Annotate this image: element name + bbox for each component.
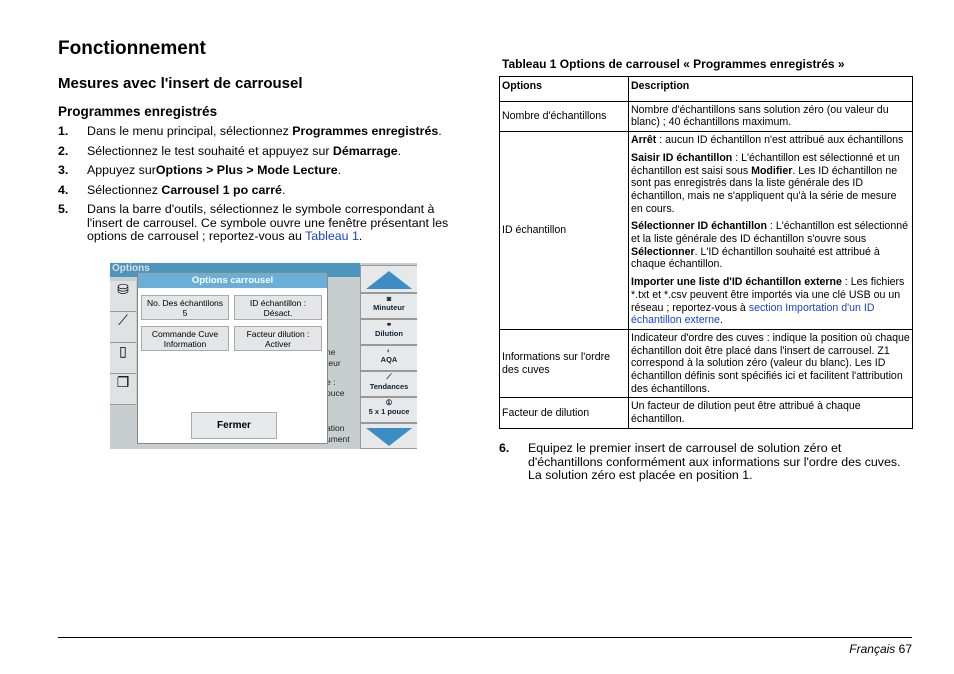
table-title: Tableau 1 Options de carrousel « Program… <box>502 57 845 71</box>
dilution-icon: ⚭ <box>385 320 393 329</box>
dialog-title: Options carrousel <box>138 273 327 288</box>
table-row: Nombre d'échantillons Nombre d'échantillo… <box>499 100 913 133</box>
step: 6. Equipez le premier insert de carrousel… <box>499 441 901 482</box>
carousel-options-dialog: Options carrousel No. Des échantilons 5 I… <box>137 272 328 444</box>
graph-icon: ⟋ <box>110 312 136 343</box>
scroll-up-button[interactable] <box>360 265 417 293</box>
step: 3. Appuyez surOptions > Plus > Mode Lectu… <box>58 163 342 177</box>
table-row: Facteur de dilution Un facteur de dilutio… <box>499 397 913 429</box>
sample-id-button[interactable]: ID échantillon : Désact. <box>234 295 322 320</box>
dilution-factor-button[interactable]: Facteur dilution : Activer <box>234 326 322 351</box>
cuvette-order-button[interactable]: Commande Cuve Information <box>141 326 229 351</box>
trends-button[interactable]: ⟋ Tendances <box>360 371 417 397</box>
samples-icon: ⛁ <box>110 281 136 312</box>
options-table: Options Description Nombre d'échantillons… <box>499 76 913 429</box>
timer-icon: ◙ <box>386 294 392 303</box>
table-link[interactable]: Tableau 1 <box>305 229 359 243</box>
aqa-icon: ◐ <box>386 346 392 355</box>
arrow-up-icon <box>366 271 412 289</box>
step: 1. Dans le menu principal, sélectionnez P… <box>58 124 442 138</box>
table-row: Informations sur l'ordre des cuves Indica… <box>499 328 913 399</box>
footer-divider <box>58 637 912 638</box>
subsection-heading: Programmes enregistrés <box>58 104 218 119</box>
carousel-icon: ① <box>385 398 393 407</box>
step: 2. Sélectionnez le test souhaité et appuy… <box>58 143 402 158</box>
footer: Français 67 <box>849 642 912 656</box>
section-heading: Mesures avec l'insert de carrousel <box>58 75 303 92</box>
device-screenshot: Options ⛁ ⟋ ▯ ❐ ne teur e : ouce ation u… <box>110 263 417 449</box>
dilution-button[interactable]: ⚭ Dilution <box>360 319 417 345</box>
close-button[interactable]: Fermer <box>191 412 277 439</box>
table-row: ID échantillon Arrêt : aucun ID échantil… <box>499 131 913 330</box>
vial-icon: ▯ <box>110 343 136 374</box>
step: 4. Sélectionnez Carrousel 1 po carré. <box>58 182 286 197</box>
timer-button[interactable]: ◙ Minuteur <box>360 293 417 319</box>
aqa-button[interactable]: ◐ AQA <box>360 345 417 371</box>
step: 5. Dans la barre d'outils, sélectionnez l… <box>58 202 449 243</box>
steps-list: 1. Dans le menu principal, sélectionnez P… <box>58 124 462 250</box>
page-title: Fonctionnement <box>58 38 206 59</box>
sample-count-button[interactable]: No. Des échantilons 5 <box>141 295 229 320</box>
copy-icon: ❐ <box>110 374 136 405</box>
trends-icon: ⟋ <box>386 372 392 381</box>
carousel-button[interactable]: ①5 x 1 pouce <box>360 397 417 423</box>
scroll-down-button[interactable] <box>360 423 417 449</box>
arrow-down-icon <box>366 428 412 446</box>
